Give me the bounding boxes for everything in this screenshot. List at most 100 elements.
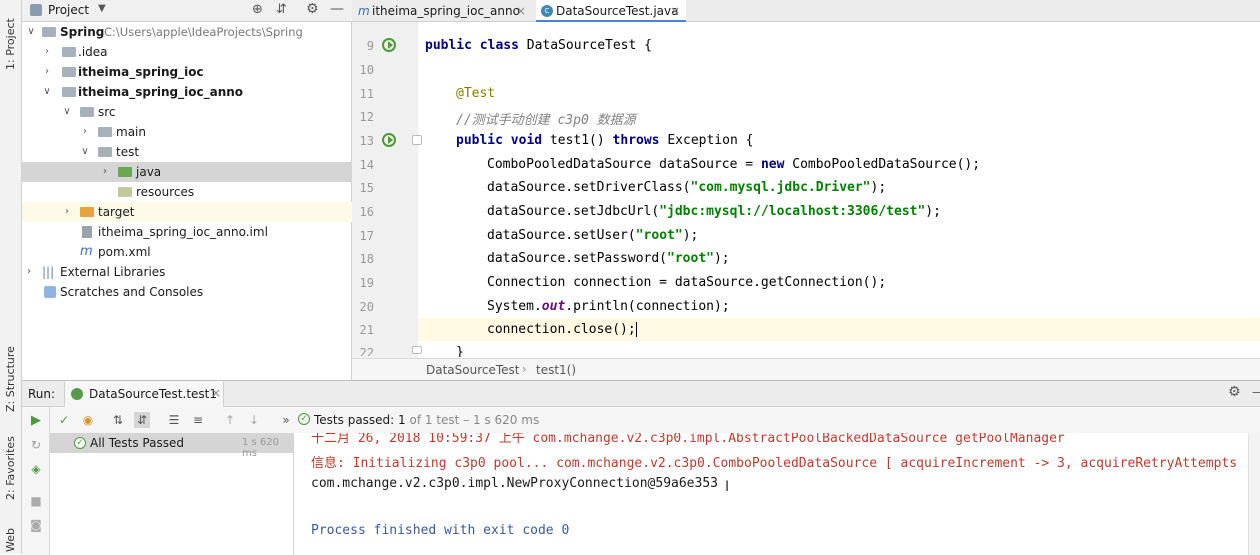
- code-text: System.: [487, 299, 542, 314]
- code-line[interactable]: public class DataSourceTest {: [425, 38, 652, 53]
- web-tool-tab[interactable]: Web: [4, 528, 17, 552]
- run-config-tab[interactable]: DataSourceTest.test1 ×: [64, 381, 224, 407]
- code-line[interactable]: //测试手动创建 c3p0 数据源: [456, 109, 636, 128]
- chevron-right-icon[interactable]: ›: [100, 162, 110, 182]
- tree-item-iml[interactable]: itheima_spring_ioc_anno.iml: [22, 222, 352, 242]
- sort-alpha-icon[interactable]: ⇅: [110, 412, 126, 428]
- minimize-icon[interactable]: —: [330, 1, 344, 17]
- chevron-down-icon[interactable]: ∨: [26, 22, 36, 42]
- tree-item-spring[interactable]: ∨ Spring C:\Users\apple\IdeaProjects\Spr…: [22, 22, 352, 42]
- breadcrumb-item[interactable]: test1(): [536, 363, 576, 377]
- code-line[interactable]: connection.close();: [487, 322, 637, 337]
- tab-itheima-spring-ioc-anno[interactable]: m itheima_spring_ioc_anno ×: [352, 0, 536, 22]
- tree-item-src[interactable]: ∨ src: [22, 102, 352, 122]
- collapse-icon[interactable]: ⇵: [276, 2, 287, 17]
- tree-item-target[interactable]: › target: [22, 202, 352, 222]
- chevron-right-icon[interactable]: ›: [42, 62, 52, 82]
- console-scrollbar[interactable]: [1248, 433, 1260, 555]
- sort-duration-icon[interactable]: ⇵: [134, 412, 150, 428]
- tree-item-idea[interactable]: › .idea: [22, 42, 352, 62]
- code-line[interactable]: dataSource.setDriverClass("com.mysql.jdb…: [487, 180, 886, 195]
- arrow-up-icon[interactable]: ↑: [222, 412, 238, 428]
- tree-item-itheima-spring-ioc[interactable]: › itheima_spring_ioc: [22, 62, 352, 82]
- chevron-down-icon[interactable]: ▼: [98, 3, 106, 14]
- code-line[interactable]: public void test1() throws Exception {: [456, 133, 753, 148]
- gear-icon[interactable]: ⚙: [1228, 384, 1241, 400]
- camera-icon[interactable]: ◙: [28, 517, 44, 533]
- tree-item-main[interactable]: › main: [22, 122, 352, 142]
- expand-all-icon[interactable]: ☰: [166, 412, 182, 428]
- passed-filter-icon[interactable]: ✓: [56, 412, 72, 428]
- chevron-right-icon[interactable]: ›: [42, 42, 52, 62]
- code-line[interactable]: }: [456, 345, 464, 357]
- ignored-filter-icon[interactable]: ◉: [80, 412, 96, 428]
- code-line[interactable]: ComboPooledDataSource dataSource = new C…: [487, 157, 980, 172]
- chevron-down-icon[interactable]: ∨: [80, 142, 90, 162]
- line-number: 20: [359, 300, 374, 314]
- chevron-right-icon[interactable]: ›: [62, 202, 72, 222]
- code-line[interactable]: dataSource.setJdbcUrl("jdbc:mysql://loca…: [487, 204, 941, 219]
- chevron-down-icon[interactable]: ∨: [42, 82, 52, 102]
- run-test-icon[interactable]: [380, 36, 398, 54]
- rerun-icon[interactable]: ▶: [28, 413, 44, 429]
- tree-item-pom[interactable]: m pom.xml: [22, 242, 352, 262]
- code-text: dataSource.setDriverClass(: [487, 180, 691, 195]
- tree-item-label: java: [136, 165, 162, 179]
- tree-item-label: .idea: [78, 45, 108, 59]
- folder-icon: [98, 147, 112, 157]
- project-tool-tab[interactable]: 1: Project: [4, 18, 17, 70]
- code-line[interactable]: @Test: [456, 86, 495, 101]
- line-number: 21: [359, 323, 374, 337]
- breadcrumb-item[interactable]: DataSourceTest: [426, 363, 520, 377]
- rerun-failed-icon[interactable]: ↻: [28, 437, 44, 453]
- tree-item-test[interactable]: ∨ test: [22, 142, 352, 162]
- fold-icon[interactable]: [412, 135, 422, 145]
- code-line[interactable]: dataSource.setPassword("root");: [487, 251, 730, 266]
- run-test-icon[interactable]: [380, 131, 398, 149]
- maven-file-icon: m: [80, 244, 93, 259]
- code-line[interactable]: System.out.println(connection);: [487, 299, 730, 314]
- maven-icon: m: [358, 4, 370, 18]
- close-icon[interactable]: ×: [670, 0, 680, 22]
- minimize-icon[interactable]: —: [1252, 385, 1260, 399]
- line-number: 14: [359, 158, 374, 172]
- close-icon[interactable]: ×: [211, 386, 221, 400]
- tab-datasourcetest-java[interactable]: c DataSourceTest.java ×: [536, 0, 686, 22]
- iml-file-icon: [82, 226, 92, 238]
- tree-item-label: External Libraries: [60, 265, 166, 279]
- favorites-tool-tab[interactable]: 2: Favorites: [4, 436, 17, 500]
- run-config-label: DataSourceTest.test1: [89, 387, 217, 401]
- tests-status-count: 1: [398, 413, 406, 427]
- code-line[interactable]: dataSource.setUser("root");: [487, 228, 698, 243]
- code-line[interactable]: Connection connection = dataSource.getCo…: [487, 275, 886, 290]
- chevron-right-icon[interactable]: ›: [24, 262, 34, 282]
- collapse-all-icon[interactable]: ≡: [190, 412, 206, 428]
- tree-item-external-libraries[interactable]: › ||| External Libraries: [22, 262, 352, 282]
- more-icon[interactable]: »: [278, 412, 294, 428]
- close-icon[interactable]: ×: [516, 0, 526, 22]
- fold-icon[interactable]: [412, 346, 422, 354]
- line-number: 16: [359, 205, 374, 219]
- tree-item-label: main: [116, 125, 146, 139]
- tree-item-resources[interactable]: resources: [22, 182, 352, 202]
- tree-root-all-tests-passed[interactable]: ✓ All Tests Passed 1 s 620 ms: [50, 433, 293, 459]
- tree-item-java[interactable]: › java: [22, 162, 352, 182]
- code-text: );: [682, 228, 699, 243]
- toggle-autotest-icon[interactable]: ◈: [28, 461, 44, 477]
- tree-item-scratches[interactable]: Scratches and Consoles: [22, 282, 352, 302]
- code-annotation: @Test: [456, 86, 496, 101]
- chevron-right-icon[interactable]: ›: [80, 122, 90, 142]
- test-results-tree: ✓ All Tests Passed 1 s 620 ms: [50, 433, 294, 555]
- code-text: .println(connection);: [565, 299, 730, 314]
- chevron-down-icon[interactable]: ∨: [62, 102, 72, 122]
- tree-item-itheima-spring-ioc-anno[interactable]: ∨ itheima_spring_ioc_anno: [22, 82, 352, 102]
- class-icon: c: [541, 5, 553, 17]
- code-editor: m itheima_spring_ioc_anno × c DataSource…: [352, 0, 1260, 380]
- gear-icon[interactable]: ⚙: [306, 1, 319, 17]
- console-output[interactable]: 十二月 26, 2018 10:59:37 上午 com.mchange.v2.…: [295, 433, 1247, 555]
- stop-icon[interactable]: ■: [28, 493, 44, 509]
- folder-icon: [80, 107, 94, 117]
- arrow-down-icon[interactable]: ↓: [246, 412, 262, 428]
- structure-tool-tab[interactable]: Z: Structure: [4, 346, 17, 412]
- target-icon[interactable]: ⊕: [252, 2, 263, 17]
